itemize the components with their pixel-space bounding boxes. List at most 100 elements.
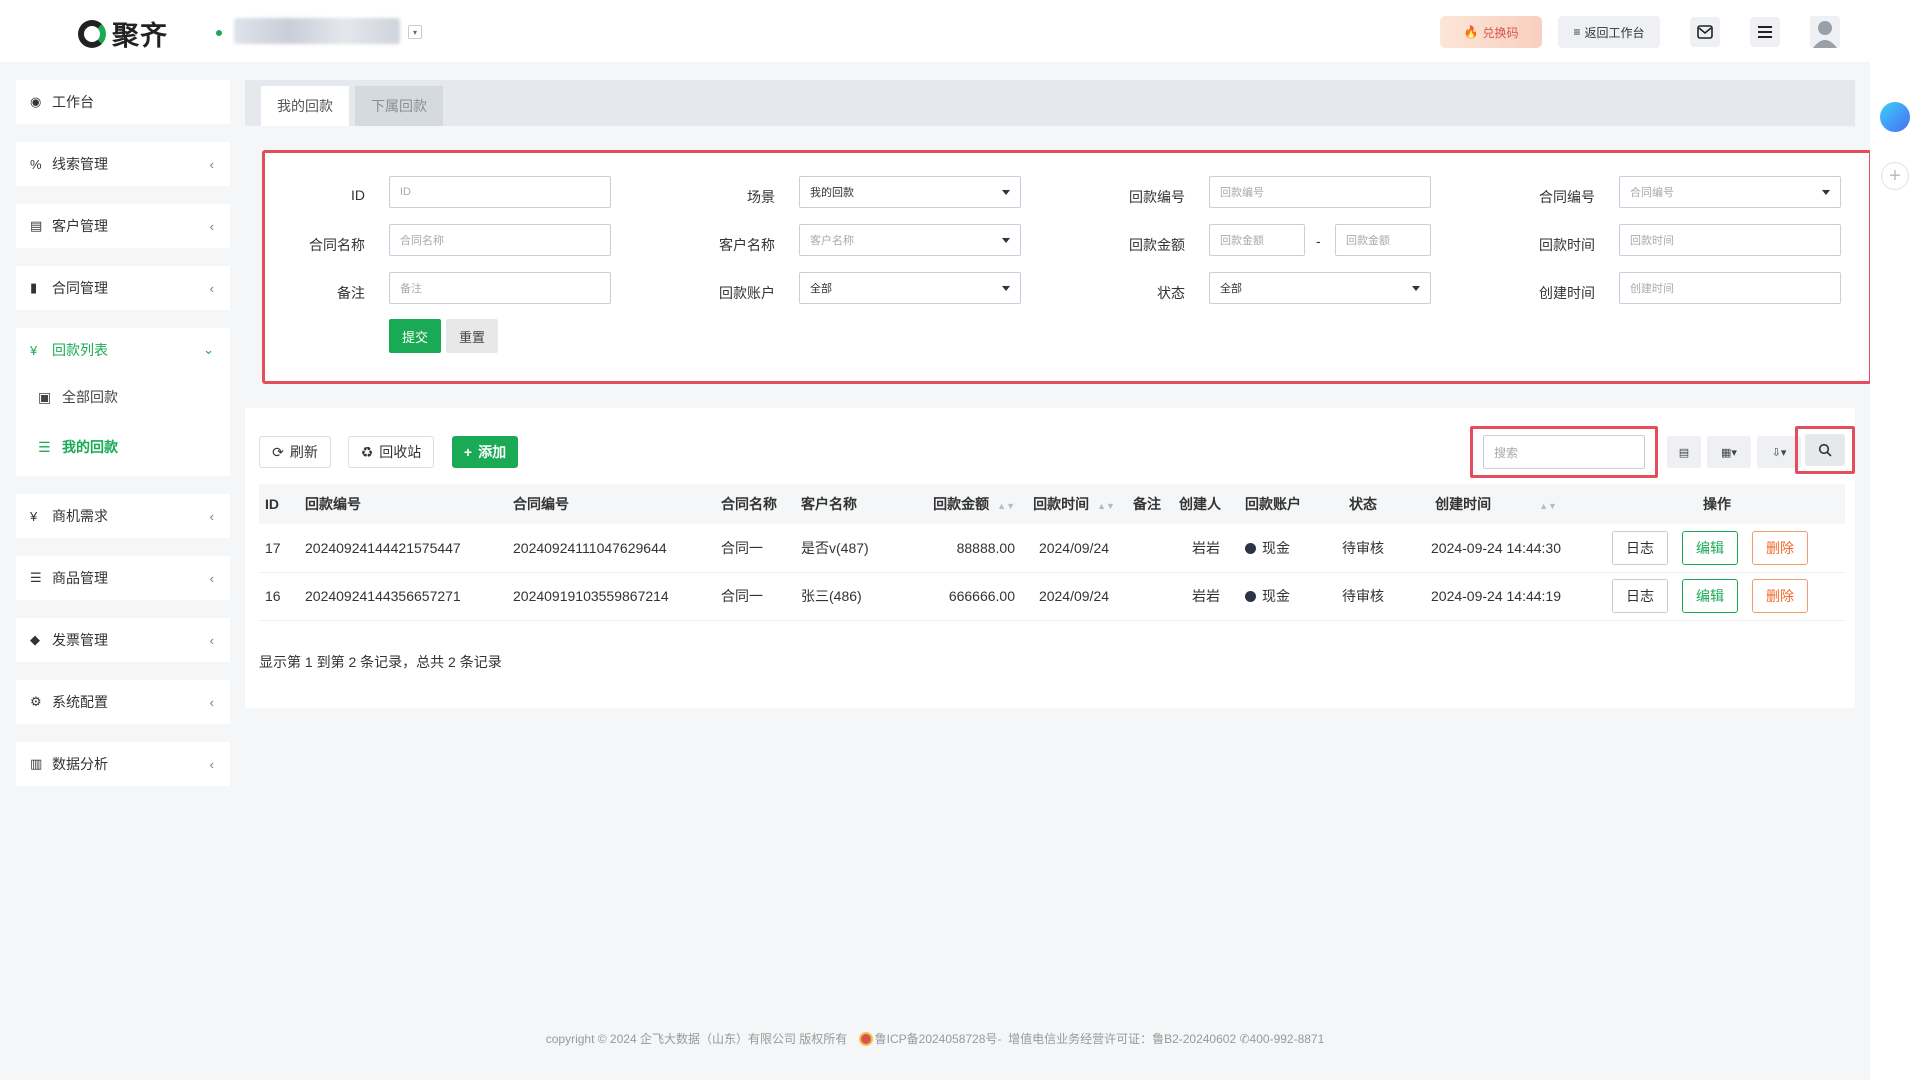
columns-button[interactable]: ▦▾ [1707,436,1751,468]
sidebar-item-customers[interactable]: ▤ 客户管理 ‹ [16,204,230,248]
col-header[interactable]: ID [259,484,299,524]
col-header-sortable[interactable]: 创建时间 ▲▼ [1403,484,1589,524]
mail-button[interactable] [1690,17,1720,47]
sidebar-item-invoices[interactable]: ◆ 发票管理 ‹ [16,618,230,662]
filter-account-select[interactable]: 全部 [799,272,1021,304]
refresh-icon: ⟳ [272,443,284,460]
sidebar-item-analytics[interactable]: ▥ 数据分析 ‹ [16,742,230,786]
hamburger-icon [1758,26,1772,38]
col-header[interactable]: 创建人 [1173,484,1239,524]
delete-button[interactable]: 删除 [1752,530,1808,565]
filter-amount-min-input[interactable]: 回款金额 [1209,224,1305,256]
mail-icon [1697,25,1713,39]
search-icon [1818,443,1832,457]
list-icon: ☰ [38,438,51,455]
sidebar-subitem-all-payments[interactable]: ▣ 全部回款 [16,372,230,422]
cell-customer-name-link[interactable]: 张三(486) [795,572,911,621]
col-header-sortable[interactable]: 回款金额 ▲▼ [911,484,1021,524]
chevron-left-icon: ‹ [209,508,214,524]
footer-icp-link[interactable]: 鲁ICP备2024058728号- [875,1032,1002,1046]
add-button[interactable]: + 添加 [452,436,518,468]
cell-id: 16 [259,572,299,621]
log-button[interactable]: 日志 [1612,530,1668,565]
tenant-name-blurred[interactable] [234,18,400,44]
table-row: 17 20240924144421575447 2024092411104762… [259,524,1845,573]
filter-amount-max-input[interactable]: 回款金额 [1335,224,1431,256]
col-header[interactable]: 回款账户 [1239,484,1323,524]
sort-icon: ▲▼ [997,501,1015,511]
cell-contract-name-link[interactable]: 合同一 [715,524,795,573]
tag-icon: ◆ [30,632,40,647]
cell-customer-name-link[interactable]: 是否v(487) [795,524,911,573]
filter-contract-name-input[interactable]: 合同名称 [389,224,611,256]
sort-icon: ▲▼ [1539,501,1557,511]
filter-panel: ID ID 场景 我的回款 回款编号 回款编号 合同编号 合同编号 合同名称 合… [262,150,1872,384]
filter-payment-time-input[interactable]: 回款时间 [1619,224,1841,256]
user-avatar[interactable] [1810,16,1840,48]
reset-button[interactable]: 重置 [446,319,498,353]
submit-button[interactable]: 提交 [389,319,441,353]
filter-contract-no-select[interactable]: 合同编号 [1619,176,1841,208]
redeem-code-button[interactable]: 🔥 兑换码 [1440,16,1542,48]
filter-created-time-input[interactable]: 创建时间 [1619,272,1841,304]
search-submit-button[interactable] [1805,434,1845,466]
sidebar-subitem-label: 我的回款 [62,439,118,455]
delete-button[interactable]: 删除 [1752,579,1808,613]
sidebar-item-payments[interactable]: ¥ 回款列表 ⌄ [16,328,230,372]
sidebar-item-settings[interactable]: ⚙ 系统配置 ‹ [16,680,230,724]
log-button[interactable]: 日志 [1612,579,1668,613]
edit-button[interactable]: 编辑 [1682,530,1738,565]
toggle-view-button[interactable]: ▤ [1667,436,1701,468]
cell-payment-no-link[interactable]: 20240924144356657271 [299,572,507,621]
account-dot-icon [1245,591,1256,602]
sidebar-item-leads[interactable]: % 线索管理 ‹ [16,142,230,186]
col-header[interactable]: 客户名称 [795,484,911,524]
tenant-dropdown-icon[interactable]: ▾ [408,25,422,39]
sidebar-item-label: 线索管理 [52,156,108,172]
sidebar-item-opportunities[interactable]: ¥ 商机需求 ‹ [16,494,230,538]
avatar-icon [1813,21,1837,48]
cell-contract-name-link[interactable]: 合同一 [715,572,795,621]
filter-scene-select[interactable]: 我的回款 [799,176,1021,208]
gears-icon: ⚙ [30,694,42,709]
tab-my-payments[interactable]: 我的回款 [261,86,349,126]
col-header-label: 回款金额 [933,496,990,512]
add-shortcut-icon[interactable]: + [1881,162,1909,190]
table-row: 16 20240924144356657271 2024091910355986… [259,572,1845,621]
refresh-button[interactable]: ⟳ 刷新 [259,436,331,468]
id-card-icon: ▤ [30,218,43,233]
col-header[interactable]: 合同名称 [715,484,795,524]
recycle-icon: ♻ [360,443,374,460]
cell-account-label: 现金 [1262,539,1290,556]
sidebar-subitem-my-payments[interactable]: ☰ 我的回款 [16,422,230,472]
filter-remark-input[interactable]: 备注 [389,272,611,304]
edit-button[interactable]: 编辑 [1682,579,1738,613]
col-header[interactable]: 状态 [1323,484,1403,524]
menu-button[interactable] [1750,17,1780,47]
brand-logo[interactable]: 聚齐 [78,14,168,53]
filter-customer-name-select[interactable]: 客户名称 [799,224,1021,256]
search-box-highlight: 搜索 [1470,426,1658,478]
filter-id-input[interactable]: ID [389,176,611,208]
col-header[interactable]: 回款编号 [299,484,507,524]
tab-bar: 我的回款 下属回款 [245,80,1855,126]
col-header-sortable[interactable]: 回款时间 ▲▼ [1021,484,1127,524]
sidebar-item-products[interactable]: ☰ 商品管理 ‹ [16,556,230,600]
back-to-workbench-button[interactable]: ≡ 返回工作台 [1558,16,1660,48]
col-header[interactable]: 备注 [1127,484,1173,524]
chevron-left-icon: ‹ [209,280,214,296]
search-input[interactable]: 搜索 [1483,435,1645,469]
cell-contract-no-link[interactable]: 20240924111047629644 [507,524,715,573]
chat-assistant-icon[interactable] [1880,102,1910,132]
sidebar-item-workbench[interactable]: ◉ 工作台 [16,80,230,124]
filter-label-status: 状态 [1157,285,1185,301]
tab-subordinate-payments[interactable]: 下属回款 [355,86,443,126]
sidebar-item-label: 商品管理 [52,570,108,586]
recycle-bin-button[interactable]: ♻ 回收站 [348,436,434,468]
filter-payment-no-input[interactable]: 回款编号 [1209,176,1431,208]
cell-payment-no-link[interactable]: 20240924144421575447 [299,524,507,573]
filter-status-select[interactable]: 全部 [1209,272,1431,304]
cell-contract-no-link[interactable]: 20240919103559867214 [507,572,715,621]
col-header[interactable]: 合同编号 [507,484,715,524]
sidebar-item-contracts[interactable]: ▮ 合同管理 ‹ [16,266,230,310]
